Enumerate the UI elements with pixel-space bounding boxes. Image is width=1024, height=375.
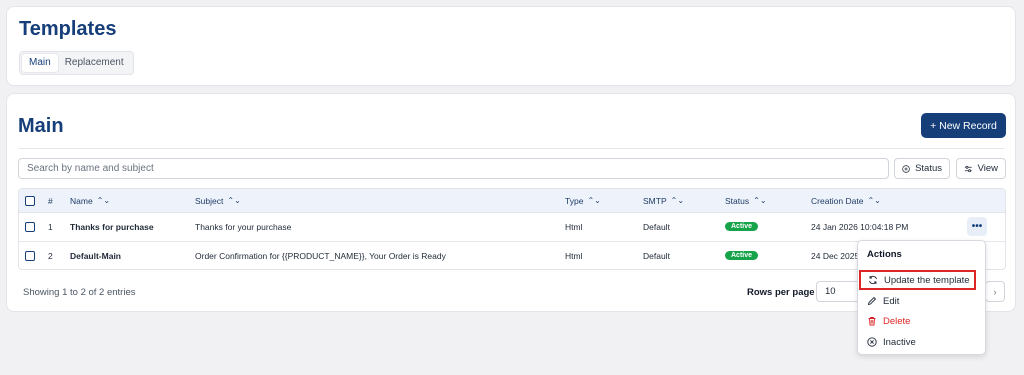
row-creation-date: 24 Jan 2026 10:04:18 PM [811,221,909,232]
status-filter-button[interactable]: Status [894,158,950,179]
row-creation-date: 24 Dec 2025 [811,250,860,261]
sort-icon: ⌃⌄ [670,196,685,205]
row-actions-button[interactable]: ••• [967,217,987,236]
column-creation-date[interactable]: Creation Date ⌃⌄ [811,189,881,212]
row-smtp: Default [643,221,670,232]
inactive-menu-item[interactable]: Inactive [858,332,985,352]
update-template-menu-item[interactable]: Update the template [859,270,976,290]
row-checkbox[interactable] [25,213,35,241]
delete-menu-item[interactable]: Delete [858,311,985,331]
column-type[interactable]: Type ⌃⌄ [565,189,601,212]
row-type: Html [565,221,583,232]
next-page-button[interactable]: › [985,281,1005,302]
sliders-icon [964,165,972,172]
search-input[interactable]: Search by name and subject [18,158,889,179]
divider [18,148,1004,149]
column-number: # [48,195,53,206]
edit-menu-item[interactable]: Edit [858,291,985,311]
row-status: Active [725,242,759,270]
row-number: 1 [48,221,53,232]
template-tabs: Main Replacement [19,51,134,75]
row-number: 2 [48,250,53,261]
templates-header-card: Templates Main Replacement [6,6,1016,86]
inactive-label: Inactive [883,336,916,348]
row-name: Default-Main [70,250,121,261]
table-header: # Name ⌃⌄ Subject ⌃⌄ Type ⌃⌄ SMTP ⌃⌄ Status ⌃… [19,189,1005,213]
view-options-button[interactable]: View [956,158,1006,179]
plus-circle-icon [902,164,910,173]
column-subject[interactable]: Subject ⌃⌄ [195,189,241,212]
row-subject: Order Confirmation for {{PRODUCT_NAME}},… [195,250,446,261]
column-name[interactable]: Name ⌃⌄ [70,189,110,212]
row-actions-menu: Actions Update the template Edit Delete … [857,240,986,355]
entries-summary: Showing 1 to 2 of 2 entries [23,287,136,298]
new-record-button[interactable]: + New Record [921,113,1006,138]
status-badge: Active [725,222,759,232]
select-all-checkbox[interactable] [25,189,35,212]
column-smtp[interactable]: SMTP ⌃⌄ [643,189,684,212]
update-template-label: Update the template [884,274,970,286]
status-badge: Active [725,251,759,261]
actions-menu-title: Actions [867,249,902,260]
sort-icon: ⌃⌄ [753,196,767,205]
page-title: Templates [19,18,117,40]
pencil-icon [867,296,877,306]
chevron-right-icon: › [993,286,997,297]
sort-icon: ⌃⌄ [867,196,881,205]
rows-per-page-label: Rows per page [747,287,815,298]
status-filter-label: Status [915,163,942,174]
x-circle-icon [867,337,877,347]
section-title: Main [18,115,64,137]
row-status: Active [725,213,759,241]
edit-label: Edit [883,295,900,307]
table-row: 1 Thanks for purchase Thanks for your pu… [19,213,1005,242]
row-name: Thanks for purchase [70,221,154,232]
sort-icon: ⌃⌄ [96,196,111,205]
tab-main[interactable]: Main [22,54,58,72]
row-type: Html [565,250,583,261]
tab-replacement[interactable]: Replacement [58,54,131,72]
view-options-label: View [977,163,998,174]
refresh-icon [869,275,877,285]
sort-icon: ⌃⌄ [227,196,241,205]
row-checkbox[interactable] [25,242,35,270]
sort-icon: ⌃⌄ [587,196,601,205]
trash-icon [868,317,876,326]
row-smtp: Default [643,250,670,261]
delete-label: Delete [883,315,911,327]
row-subject: Thanks for your purchase [195,221,292,232]
column-status[interactable]: Status ⌃⌄ [725,189,767,212]
